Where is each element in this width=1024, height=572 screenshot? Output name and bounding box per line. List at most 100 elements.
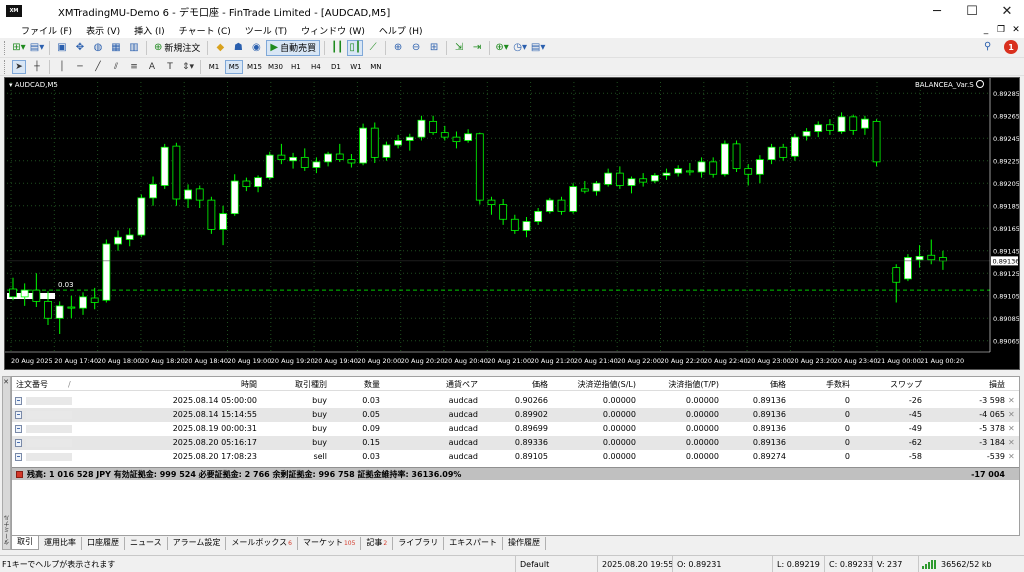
col-type-header[interactable]: 取引種別 (262, 379, 327, 391)
mdi-close-button[interactable]: ✕ (1010, 22, 1022, 38)
col-volume-header[interactable]: 数量 (332, 379, 380, 391)
metaeditor-icon[interactable]: ◆ (212, 40, 228, 56)
col-time-header[interactable]: 時間 (132, 379, 257, 391)
search-icon[interactable]: ⚲ (984, 41, 991, 52)
col-order-number-header[interactable]: 注文番号 (16, 379, 66, 391)
bar-chart-icon[interactable]: ┃┃ (329, 40, 345, 56)
candle-body (347, 159, 356, 164)
timeframe-button[interactable]: D1 (327, 60, 345, 74)
cursor-icon[interactable]: ➤ (12, 59, 26, 74)
col-price-header[interactable]: 価格 (482, 379, 548, 391)
line-chart-icon[interactable]: ⟋ (365, 40, 381, 56)
toolbar-grip[interactable] (4, 59, 7, 74)
terminal-tab[interactable]: 運用比率 (39, 537, 82, 550)
new-chart-icon[interactable]: ⊞▾ (11, 40, 27, 56)
terminal-tab[interactable]: メールボックス6 (226, 537, 298, 550)
horizontal-line-icon[interactable]: ─ (73, 60, 87, 74)
close-order-icon[interactable]: ✕ (1008, 450, 1015, 464)
timeframe-button[interactable]: MN (367, 60, 385, 74)
terminal-tab[interactable]: マーケット105 (298, 537, 362, 550)
new-order-button[interactable]: ⊕ 新規注文 (151, 40, 203, 56)
periods-icon[interactable]: ◷▾ (512, 40, 528, 56)
timeframe-button[interactable]: M5 (225, 59, 243, 74)
toolbar-grip[interactable] (4, 40, 7, 55)
mdi-restore-button[interactable]: ❐ (995, 22, 1007, 38)
text-tool-icon[interactable]: A (145, 60, 159, 74)
text-label-icon[interactable]: T (163, 60, 177, 74)
terminal-tab[interactable]: 操作履歴 (503, 537, 547, 550)
timeframe-button[interactable]: W1 (347, 60, 365, 74)
close-order-icon[interactable]: ✕ (1008, 408, 1015, 422)
chart-canvas[interactable]: 0.03 0.89285 0.89265 0.89245 0.89225 0.89205… (5, 78, 1019, 369)
fibonacci-icon[interactable]: ≡ (127, 60, 141, 74)
chart-shift-icon[interactable]: ⇥ (469, 40, 485, 56)
trendline-icon[interactable]: ╱ (91, 60, 105, 74)
terminal-tab[interactable]: 記事2 (361, 537, 394, 550)
col-sl-header[interactable]: 決済逆指値(S/L) (552, 379, 636, 391)
menu-item[interactable]: チャート (C) (172, 24, 238, 37)
crosshair-icon[interactable]: ┼ (30, 60, 44, 74)
terminal-close-icon[interactable]: ✕ (2, 378, 10, 386)
market-watch-icon[interactable]: ▣ (54, 40, 70, 56)
indicators-icon[interactable]: ⊕▾ (494, 40, 510, 56)
col-profit-header[interactable]: 損益 (927, 379, 1005, 391)
signals-icon[interactable]: ☗ (230, 40, 246, 56)
strategy-tester-icon[interactable]: ▥ (126, 40, 142, 56)
zoom-in-icon[interactable]: ⊕ (390, 40, 406, 56)
menu-item[interactable]: ウィンドウ (W) (294, 24, 372, 37)
close-order-icon[interactable]: ✕ (1008, 436, 1015, 450)
tile-windows-icon[interactable]: ⊞ (426, 40, 442, 56)
minimize-button[interactable]: ─ (920, 0, 954, 22)
close-button[interactable]: ✕ (990, 0, 1024, 22)
order-row[interactable]: 2025.08.19 00:00:31 buy 0.09 audcad 0.89699 0… (12, 422, 1019, 436)
col-swap-header[interactable]: スワップ (852, 379, 922, 391)
terminal-icon[interactable]: ▦ (108, 40, 124, 56)
arrows-icon[interactable]: ⇕▾ (181, 60, 195, 74)
order-row[interactable]: 2025.08.14 15:14:55 buy 0.05 audcad 0.89902 0… (12, 408, 1019, 422)
terminal-tab[interactable]: ニュース (125, 537, 168, 550)
terminal-tab[interactable]: エキスパート (444, 537, 504, 550)
equidistant-channel-icon[interactable]: ⫽ (109, 60, 123, 74)
market-icon[interactable]: ◉ (248, 40, 264, 56)
menu-item[interactable]: 表示 (V) (79, 24, 127, 37)
col-symbol-header[interactable]: 通貨ペア (392, 379, 478, 391)
col-current-price-header[interactable]: 価格 (722, 379, 786, 391)
order-icon (15, 439, 22, 447)
timeframe-button[interactable]: M1 (205, 60, 223, 74)
mdi-minimize-button[interactable]: _ (980, 22, 992, 38)
templates-icon[interactable]: ▤▾ (530, 40, 546, 56)
price-chart[interactable]: 0.03 0.89285 0.89265 0.89245 0.89225 0.89205… (4, 77, 1020, 370)
close-order-icon[interactable]: ✕ (1008, 422, 1015, 436)
close-order-icon[interactable]: ✕ (1008, 394, 1015, 408)
col-commission-header[interactable]: 手数料 (790, 379, 850, 391)
data-window-icon[interactable]: ✥ (72, 40, 88, 56)
auto-scroll-icon[interactable]: ⇲ (451, 40, 467, 56)
terminal-tab[interactable]: ライブラリ (393, 537, 445, 550)
timeframe-button[interactable]: H4 (307, 60, 325, 74)
status-profile[interactable]: Default (515, 556, 597, 572)
vertical-line-icon[interactable]: │ (55, 60, 69, 74)
terminal-tab[interactable]: 取引 (11, 536, 39, 550)
terminal-tab[interactable]: アラーム設定 (168, 537, 227, 550)
menu-item[interactable]: ツール (T) (238, 24, 294, 37)
profiles-icon[interactable]: ▤▾ (29, 40, 45, 56)
timeframe-button[interactable]: M15 (245, 60, 264, 74)
terminal-side-strip[interactable]: ターミナル (2, 376, 11, 550)
order-row[interactable]: 2025.08.14 05:00:00 buy 0.03 audcad 0.90266 0… (12, 394, 1019, 408)
candlestick-icon[interactable]: ▯┃ (347, 39, 364, 56)
menu-item[interactable]: ファイル (F) (14, 24, 79, 37)
zoom-out-icon[interactable]: ⊖ (408, 40, 424, 56)
order-row[interactable]: 2025.08.20 05:16:17 buy 0.15 audcad 0.89336 0… (12, 436, 1019, 450)
menu-item[interactable]: 挿入 (I) (127, 24, 172, 37)
navigator-icon[interactable]: ◍ (90, 40, 106, 56)
col-tp-header[interactable]: 決済指値(T/P) (637, 379, 719, 391)
timeframe-button[interactable]: H1 (287, 60, 305, 74)
order-row[interactable]: 2025.08.20 17:08:23 sell 0.03 audcad 0.89105… (12, 450, 1019, 464)
menu-item[interactable]: ヘルプ (H) (372, 24, 430, 37)
notification-badge[interactable]: 1 (1004, 40, 1018, 54)
terminal-tab[interactable]: 口座履歴 (82, 537, 125, 550)
autotrade-button[interactable]: ▶ 自動売買 (266, 39, 321, 56)
candle-body (557, 199, 566, 212)
maximize-button[interactable]: ☐ (955, 0, 989, 22)
timeframe-button[interactable]: M30 (266, 60, 285, 74)
